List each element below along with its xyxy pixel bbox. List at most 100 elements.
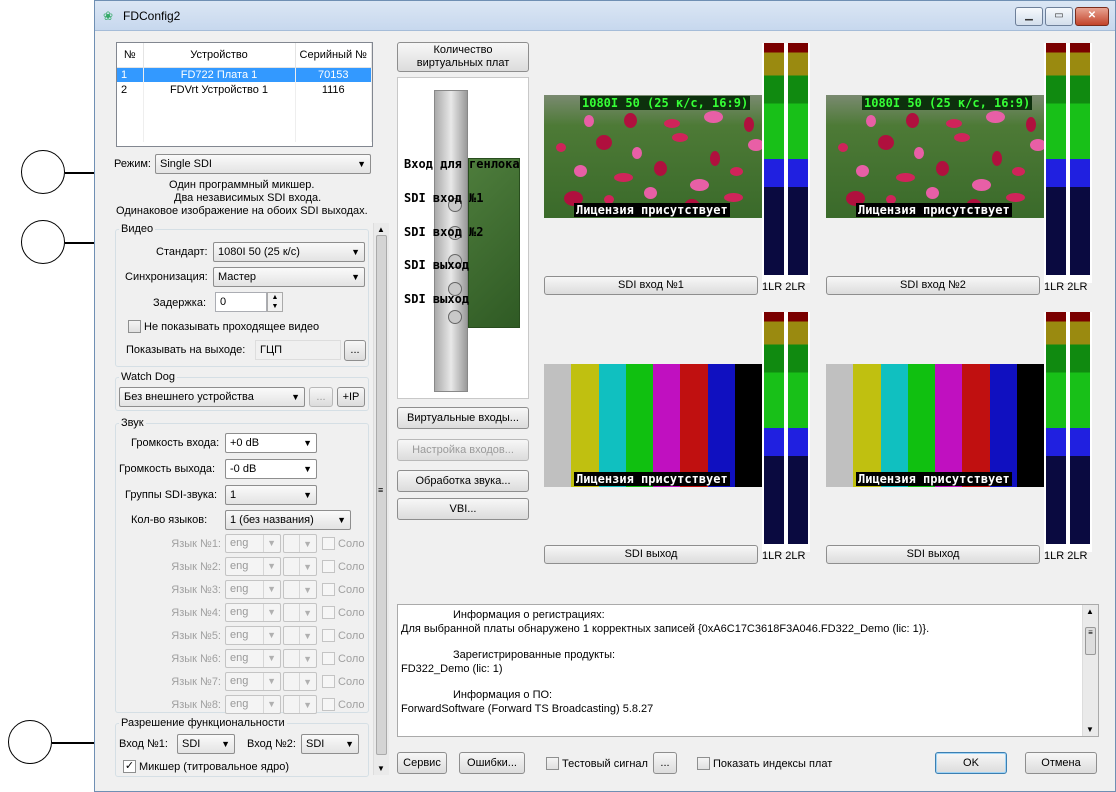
language-solo-checkbox[interactable] (322, 606, 335, 619)
preview-video-image (544, 95, 762, 218)
virtual-inputs-button[interactable]: Виртуальные входы... (397, 407, 529, 429)
preview-source-button[interactable]: SDI вход №1 (544, 276, 758, 295)
preview-source-button[interactable]: SDI вход №2 (826, 276, 1040, 295)
language-select[interactable]: eng ▼ (225, 603, 281, 622)
show-indexes-checkbox[interactable] (697, 757, 710, 770)
input-settings-button[interactable]: Настройка входов... (397, 439, 529, 461)
languages-count-select[interactable]: 1 (без названия) ▼ (225, 510, 351, 530)
col-serial[interactable]: Серийный № (295, 43, 372, 68)
card-connector-5 (448, 310, 462, 324)
audio-meter-label: 1LR 2LR (1044, 550, 1088, 562)
minimize-button[interactable]: ▁ (1015, 7, 1043, 26)
video-group-title: Видео (119, 223, 156, 235)
language-solo-label: Соло (338, 607, 365, 619)
audio-processing-button[interactable]: Обработка звука... (397, 470, 529, 492)
language-secondary-select[interactable]: ▼ (283, 649, 317, 668)
language-solo-checkbox[interactable] (322, 629, 335, 642)
show-indexes-label: Показать индексы плат (713, 758, 833, 770)
cell-device: FDVrt Устройство 1 (143, 82, 296, 97)
hide-passthrough-checkbox[interactable] (128, 320, 141, 333)
watchdog-dots-button[interactable]: ... (309, 387, 333, 407)
audio-meter-label: 1LR 2LR (762, 281, 806, 293)
language-solo-checkbox[interactable] (322, 698, 335, 711)
audio-meter-bar-2 (1070, 312, 1090, 544)
preview-color-bars (544, 364, 762, 487)
language-solo-checkbox[interactable] (322, 652, 335, 665)
input-volume-label: Громкость входа: (131, 437, 220, 449)
info-line (401, 636, 1094, 649)
delay-spinner[interactable]: ▲ ▼ (267, 292, 283, 312)
cell-device: FD722 Плата 1 (143, 67, 296, 82)
input2-select[interactable]: SDI ▼ (301, 734, 359, 754)
language-select[interactable]: eng ▼ (225, 695, 281, 714)
info-line: Информация о ПО: (453, 689, 553, 701)
standard-select[interactable]: 1080I 50 (25 к/с) ▼ (213, 242, 365, 262)
language-secondary-select[interactable]: ▼ (283, 557, 317, 576)
sdi-groups-select[interactable]: 1 ▼ (225, 485, 317, 505)
input-volume-select[interactable]: +0 dB ▼ (225, 433, 317, 453)
mode-label: Режим: (114, 158, 151, 170)
language-solo-checkbox[interactable] (322, 675, 335, 688)
language-secondary-select[interactable]: ▼ (283, 580, 317, 599)
language-secondary-select[interactable]: ▼ (283, 672, 317, 691)
close-button[interactable]: ✕ (1075, 7, 1109, 26)
language-solo-checkbox[interactable] (322, 537, 335, 550)
info-textbox[interactable]: Информация о регистрациях: Для выбранной … (397, 604, 1099, 737)
table-row[interactable]: 1 FD722 Плата 1 70153 (117, 67, 372, 82)
language-solo-label: Соло (338, 561, 365, 573)
test-signal-checkbox[interactable] (546, 757, 559, 770)
test-signal-label: Тестовый сигнал (562, 758, 648, 770)
virtual-count-button[interactable]: Количество виртуальных плат (397, 42, 529, 72)
col-device[interactable]: Устройство (143, 43, 296, 68)
language-secondary-select[interactable]: ▼ (283, 695, 317, 714)
show-output-field: ГЦП (255, 340, 341, 360)
watchdog-select[interactable]: Без внешнего устройства ▼ (119, 387, 305, 407)
audio-meter (762, 43, 810, 283)
service-button[interactable]: Сервис (397, 752, 447, 774)
sync-select[interactable]: Мастер ▼ (213, 267, 365, 287)
language-solo-checkbox[interactable] (322, 560, 335, 573)
sync-label: Синхронизация: (125, 271, 208, 283)
annotation-circle-2 (21, 220, 65, 264)
test-signal-dots-button[interactable]: ... (653, 752, 677, 774)
card-label-sdi-out-2: SDI выход (404, 292, 470, 306)
watchdog-ip-button[interactable]: +IP (337, 387, 365, 407)
language-label: Язык №7: (171, 676, 221, 688)
errors-button[interactable]: Ошибки... (459, 752, 525, 774)
delay-input[interactable]: 0 (215, 292, 267, 312)
input1-label: Вход №1: (119, 738, 168, 750)
language-secondary-select[interactable]: ▼ (283, 534, 317, 553)
col-num[interactable]: № (117, 43, 144, 68)
sdi-groups-label: Группы SDI-звука: (125, 489, 218, 501)
show-output-browse-button[interactable]: ... (344, 340, 366, 361)
annotation-circle-1 (21, 150, 65, 194)
language-secondary-select[interactable]: ▼ (283, 603, 317, 622)
audio-meter-bar-1 (1046, 43, 1066, 275)
mode-select[interactable]: Single SDI ▼ (155, 154, 371, 174)
left-panel-scrollbar[interactable]: ▲ ≡ ▼ (373, 223, 389, 775)
cancel-button[interactable]: Отмена (1025, 752, 1097, 774)
language-select[interactable]: eng ▼ (225, 649, 281, 668)
table-row[interactable]: 2 FDVrt Устройство 1 1116 (117, 82, 372, 97)
audio-meter-bar-1 (1046, 312, 1066, 544)
language-select[interactable]: eng ▼ (225, 626, 281, 645)
preview-source-button[interactable]: SDI выход (826, 545, 1040, 564)
mixer-checkbox[interactable]: ✓ (123, 760, 136, 773)
maximize-button[interactable]: ▭ (1045, 7, 1073, 26)
show-output-label: Показывать на выходе: (126, 344, 246, 356)
input1-select[interactable]: SDI ▼ (177, 734, 235, 754)
language-solo-label: Соло (338, 676, 365, 688)
language-select[interactable]: eng ▼ (225, 557, 281, 576)
language-select[interactable]: eng ▼ (225, 534, 281, 553)
language-select[interactable]: eng ▼ (225, 672, 281, 691)
language-secondary-select[interactable]: ▼ (283, 626, 317, 645)
preview-source-button[interactable]: SDI выход (544, 545, 758, 564)
ok-button[interactable]: OK (935, 752, 1007, 774)
info-scrollbar[interactable]: ▲ ≡ ▼ (1082, 605, 1098, 736)
main-window: ❀ FDConfig2 ▁ ▭ ✕ № Устройство Серийный … (94, 0, 1116, 792)
window-title: FDConfig2 (123, 9, 181, 23)
vbi-button[interactable]: VBI... (397, 498, 529, 520)
output-volume-select[interactable]: -0 dB ▼ (225, 459, 317, 479)
language-solo-checkbox[interactable] (322, 583, 335, 596)
language-select[interactable]: eng ▼ (225, 580, 281, 599)
